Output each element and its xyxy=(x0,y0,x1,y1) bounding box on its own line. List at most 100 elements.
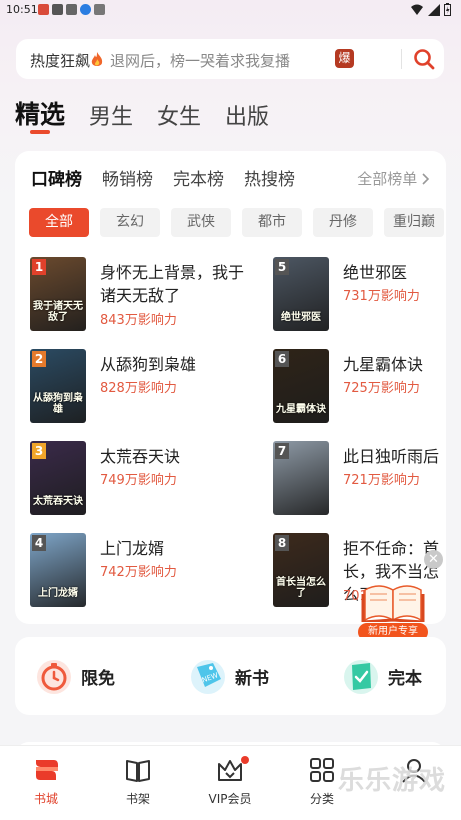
chip-martial[interactable]: 武侠 xyxy=(171,208,231,237)
tab-featured[interactable]: 精选 xyxy=(15,95,65,131)
all-lists-link[interactable]: 全部榜单 xyxy=(357,168,430,189)
book-title[interactable]: 身怀无上背景，我于诸天无敌了 xyxy=(100,261,250,307)
rank-tab-completed[interactable]: 完本榜 xyxy=(173,165,224,190)
book-title[interactable]: 上门龙婿 xyxy=(100,537,250,560)
book-item[interactable]: 4 上门龙婿 上门龙婿 742万影响力 xyxy=(30,533,230,607)
book-cover[interactable]: 1 我于诸天无敌了 xyxy=(30,257,86,331)
cover-title: 首长当怎么了 xyxy=(276,577,326,599)
category-free[interactable]: 限免 xyxy=(35,657,115,695)
book-item[interactable]: 1 我于诸天无敌了 身怀无上背景，我于诸天无敌了 843万影响力 xyxy=(30,257,244,331)
genre-chips: 全部 玄幻 武侠 都市 丹修 重归巅 xyxy=(29,208,444,237)
tab-female[interactable]: 女生 xyxy=(157,99,201,131)
book-heat: 721万影响力 xyxy=(343,473,420,488)
book-title[interactable]: 太荒吞天诀 xyxy=(100,445,250,468)
search-query-text: 退网后，榜一哭着求我复播 xyxy=(110,52,291,70)
tab-male[interactable]: 男生 xyxy=(89,99,133,131)
book-cover[interactable]: 5 绝世邪医 xyxy=(273,257,329,331)
book-title[interactable]: 绝世邪医 xyxy=(343,261,446,284)
bookshelf-icon xyxy=(126,760,150,782)
book-heat: 843万影响力 xyxy=(100,313,177,328)
rank-badge: 1 xyxy=(32,259,46,275)
book-cover[interactable]: 2 从舔狗到枭雄 xyxy=(30,349,86,423)
vip-notification-dot xyxy=(241,756,249,764)
book-item[interactable]: 2 从舔狗到枭雄 从舔狗到枭雄 828万影响力 xyxy=(30,349,230,423)
quick-categories: 限免 NEW 新书 完本 xyxy=(15,637,446,715)
rank-badge: 7 xyxy=(275,443,289,459)
chip-return[interactable]: 重归巅 xyxy=(384,208,444,237)
cover-title: 太荒吞天诀 xyxy=(33,496,83,507)
finished-book-icon xyxy=(344,660,378,694)
app-notification-icon xyxy=(38,4,49,15)
open-book-icon xyxy=(361,585,425,622)
search-icon[interactable] xyxy=(413,48,435,70)
chip-fantasy[interactable]: 玄幻 xyxy=(100,208,160,237)
search-hot-label: 热度狂飙 xyxy=(30,52,91,70)
category-label: 限免 xyxy=(81,668,115,689)
category-grid-icon xyxy=(310,758,334,782)
status-notification-icons xyxy=(38,4,105,15)
book-title[interactable]: 此日独听雨后 xyxy=(343,445,446,468)
rank-badge: 5 xyxy=(275,259,289,275)
watermark: 乐乐游戏 xyxy=(338,766,447,796)
nav-label: 书城 xyxy=(33,792,58,806)
status-bar: 10:51 xyxy=(0,0,461,22)
search-hint[interactable]: 热度狂飙 退网后，榜一哭着求我复播 xyxy=(30,50,290,71)
signal-icon xyxy=(428,3,440,16)
search-bar[interactable]: 热度狂飙 退网后，榜一哭着求我复播 爆 xyxy=(16,39,444,79)
book-cover[interactable]: 4 上门龙婿 xyxy=(30,533,86,607)
book-heat: 749万影响力 xyxy=(100,473,177,488)
stopwatch-icon xyxy=(37,660,71,694)
book-cover[interactable]: 8 首长当怎么了 xyxy=(273,533,329,607)
chip-alchemy[interactable]: 丹修 xyxy=(313,208,373,237)
rank-tab-trending[interactable]: 热搜榜 xyxy=(244,165,295,190)
category-label: 新书 xyxy=(235,668,269,689)
nav-label: VIP会员 xyxy=(208,792,252,806)
book-item[interactable]: 6 九星霸体诀 九星霸体诀 725万影响力 xyxy=(273,349,446,423)
book-item[interactable]: 3 太荒吞天诀 太荒吞天诀 749万影响力 xyxy=(30,441,230,515)
all-lists-label: 全部榜单 xyxy=(357,170,418,188)
nav-bookstore[interactable]: 书城 xyxy=(11,756,81,807)
rank-tab-bestseller[interactable]: 畅销榜 xyxy=(102,165,153,190)
book-item[interactable]: 5 绝世邪医 绝世邪医 731万影响力 xyxy=(273,257,446,331)
nav-vip[interactable]: VIP会员 xyxy=(195,756,265,807)
chevron-right-icon xyxy=(422,173,430,185)
bookstore-icon xyxy=(36,760,58,780)
cover-title: 上门龙婿 xyxy=(38,588,78,599)
ranking-tabs: 口碑榜 畅销榜 完本榜 热搜榜 xyxy=(31,165,295,190)
shield-notification-icon xyxy=(94,4,105,15)
cat-notification-icon xyxy=(66,4,77,15)
cover-title: 绝世邪医 xyxy=(281,312,321,323)
search-divider xyxy=(401,49,402,69)
rank-badge: 3 xyxy=(32,443,46,459)
new-tag-icon: NEW xyxy=(191,660,225,694)
category-new[interactable]: NEW 新书 xyxy=(189,657,269,695)
chip-urban[interactable]: 都市 xyxy=(242,208,302,237)
book-title[interactable]: 九星霸体诀 xyxy=(343,353,446,376)
cover-title: 我于诸天无敌了 xyxy=(33,301,83,323)
book-heat: 725万影响力 xyxy=(343,381,420,396)
ranking-card: 口碑榜 畅销榜 完本榜 热搜榜 全部榜单 全部 玄幻 武侠 都市 丹修 重归巅 … xyxy=(15,151,446,624)
rank-tab-reputation[interactable]: 口碑榜 xyxy=(31,165,82,190)
cover-title: 九星霸体诀 xyxy=(276,404,326,415)
rank-badge: 4 xyxy=(32,535,46,551)
rank-badge: 8 xyxy=(275,535,289,551)
book-cover[interactable]: 3 太荒吞天诀 xyxy=(30,441,86,515)
close-promo-button[interactable]: ✕ xyxy=(424,550,443,569)
download-notification-icon xyxy=(80,4,91,15)
book-item[interactable]: 7 此日独听雨后 721万影响力 xyxy=(273,441,446,515)
active-tab-indicator xyxy=(30,130,50,134)
book-cover[interactable]: 6 九星霸体诀 xyxy=(273,349,329,423)
new-user-promo[interactable]: 新用户专享 xyxy=(355,572,431,642)
chip-all[interactable]: 全部 xyxy=(29,208,89,237)
top-tabs: 精选 男生 女生 出版 xyxy=(15,95,269,131)
tab-publish[interactable]: 出版 xyxy=(225,99,269,131)
book-cover[interactable]: 7 xyxy=(273,441,329,515)
battery-icon xyxy=(444,3,451,16)
fire-icon xyxy=(91,52,103,66)
book-title[interactable]: 从舔狗到枭雄 xyxy=(100,353,250,376)
category-finished[interactable]: 完本 xyxy=(342,657,422,695)
nav-label: 书架 xyxy=(125,792,150,806)
status-system-icons xyxy=(410,3,451,16)
rank-badge: 2 xyxy=(32,351,46,367)
nav-bookshelf[interactable]: 书架 xyxy=(103,756,173,807)
